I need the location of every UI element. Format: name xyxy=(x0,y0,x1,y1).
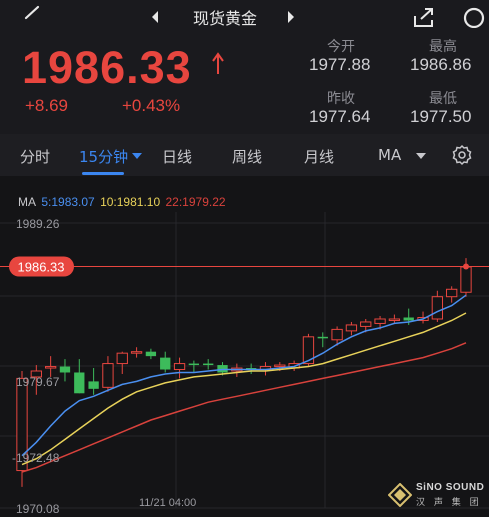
candle-body xyxy=(317,336,328,339)
low-label: 最低 xyxy=(429,91,457,107)
period-tabs: 分时 15分钟 日线 周线 月线 MA xyxy=(0,134,489,176)
top-bar: 现货黄金 xyxy=(0,0,489,32)
tab-15min[interactable]: 15分钟 xyxy=(79,146,128,167)
next-instrument-icon[interactable] xyxy=(286,10,296,24)
candle-body xyxy=(160,357,171,370)
tab-monthly[interactable]: 月线 xyxy=(304,146,334,167)
high-value: 1986.86 xyxy=(410,55,472,74)
price-change-percent: +0.43% xyxy=(122,96,181,115)
candle-body xyxy=(116,352,128,365)
prev-close-label: 昨收 xyxy=(327,91,355,107)
candle-body xyxy=(102,363,114,388)
tab-15min-dropdown-icon[interactable] xyxy=(132,153,142,159)
y-tick-label-3: 1970.08 xyxy=(16,502,60,516)
tab-indicator-ma[interactable]: MA xyxy=(378,146,401,164)
watermark-subtitle: 汉 声 集 团 xyxy=(416,498,482,508)
high-label: 最高 xyxy=(429,39,457,55)
page-title: 现货黄金 xyxy=(192,9,257,28)
y-tick-label-0: 1989.26 xyxy=(16,217,60,231)
candle-body xyxy=(145,351,157,357)
price-change: +8.69 xyxy=(25,96,69,115)
x-tick-label: 11/21 04:00 xyxy=(139,497,196,509)
tab-intraday[interactable]: 分时 xyxy=(20,146,50,167)
candle-body xyxy=(403,317,414,321)
price-chart[interactable]: 1986.33 1989.26 1979.67 -1972.48 1970.08 11/2… xyxy=(0,176,489,517)
ma-line-ma22 xyxy=(21,342,467,473)
price-up-arrow-icon xyxy=(212,52,224,74)
watermark: SiNO SOUND 汉 声 集 团 xyxy=(388,481,488,511)
indicator-dropdown-icon[interactable] xyxy=(416,153,426,159)
candle-body xyxy=(345,324,358,332)
candle-body xyxy=(188,363,200,366)
last-price-dot xyxy=(463,263,469,270)
open-value: 1977.88 xyxy=(309,55,371,74)
low-value: 1977.50 xyxy=(410,107,472,126)
candle-body xyxy=(173,363,186,371)
candle-body xyxy=(331,328,343,341)
quote-panel: 1986.33 +8.69 +0.43% 今开 1977.88 最高 1986.… xyxy=(0,32,489,134)
candle-body xyxy=(203,363,214,366)
previous-instrument-icon[interactable] xyxy=(150,10,160,24)
settings-gear-icon[interactable] xyxy=(451,144,473,166)
candle-body xyxy=(460,266,472,293)
last-price-label: 1986.33 xyxy=(18,260,65,275)
sino-sound-logo-icon xyxy=(388,483,412,507)
y-tick-label-1: 1979.67 xyxy=(16,375,60,389)
current-price: 1986.33 xyxy=(22,42,192,93)
candle-body xyxy=(44,366,57,369)
candle-body xyxy=(388,318,401,321)
y-tick-label-2: -1972.48 xyxy=(12,451,60,465)
candle-body xyxy=(274,364,286,368)
search-icon[interactable] xyxy=(458,6,486,28)
watermark-brand: SiNO SOUND xyxy=(416,482,485,493)
candle-body xyxy=(374,318,386,324)
candlestick-chart-area[interactable]: MA 5:1983.07 10:1981.10 22:1979.22 1986.… xyxy=(0,176,489,517)
open-label: 今开 xyxy=(327,39,355,55)
share-icon[interactable] xyxy=(412,6,436,28)
candle-body xyxy=(88,381,99,389)
active-tab-indicator xyxy=(82,172,124,175)
candle-body xyxy=(130,351,143,354)
candle-body xyxy=(360,321,372,327)
tab-weekly[interactable]: 周线 xyxy=(232,146,262,167)
back-arrow-icon[interactable] xyxy=(20,4,42,26)
candle-body xyxy=(431,296,444,320)
prev-close-value: 1977.64 xyxy=(309,107,371,126)
candle-body xyxy=(446,288,458,298)
candle-body xyxy=(74,372,85,394)
candle-body xyxy=(59,366,71,373)
tab-daily[interactable]: 日线 xyxy=(162,146,192,167)
